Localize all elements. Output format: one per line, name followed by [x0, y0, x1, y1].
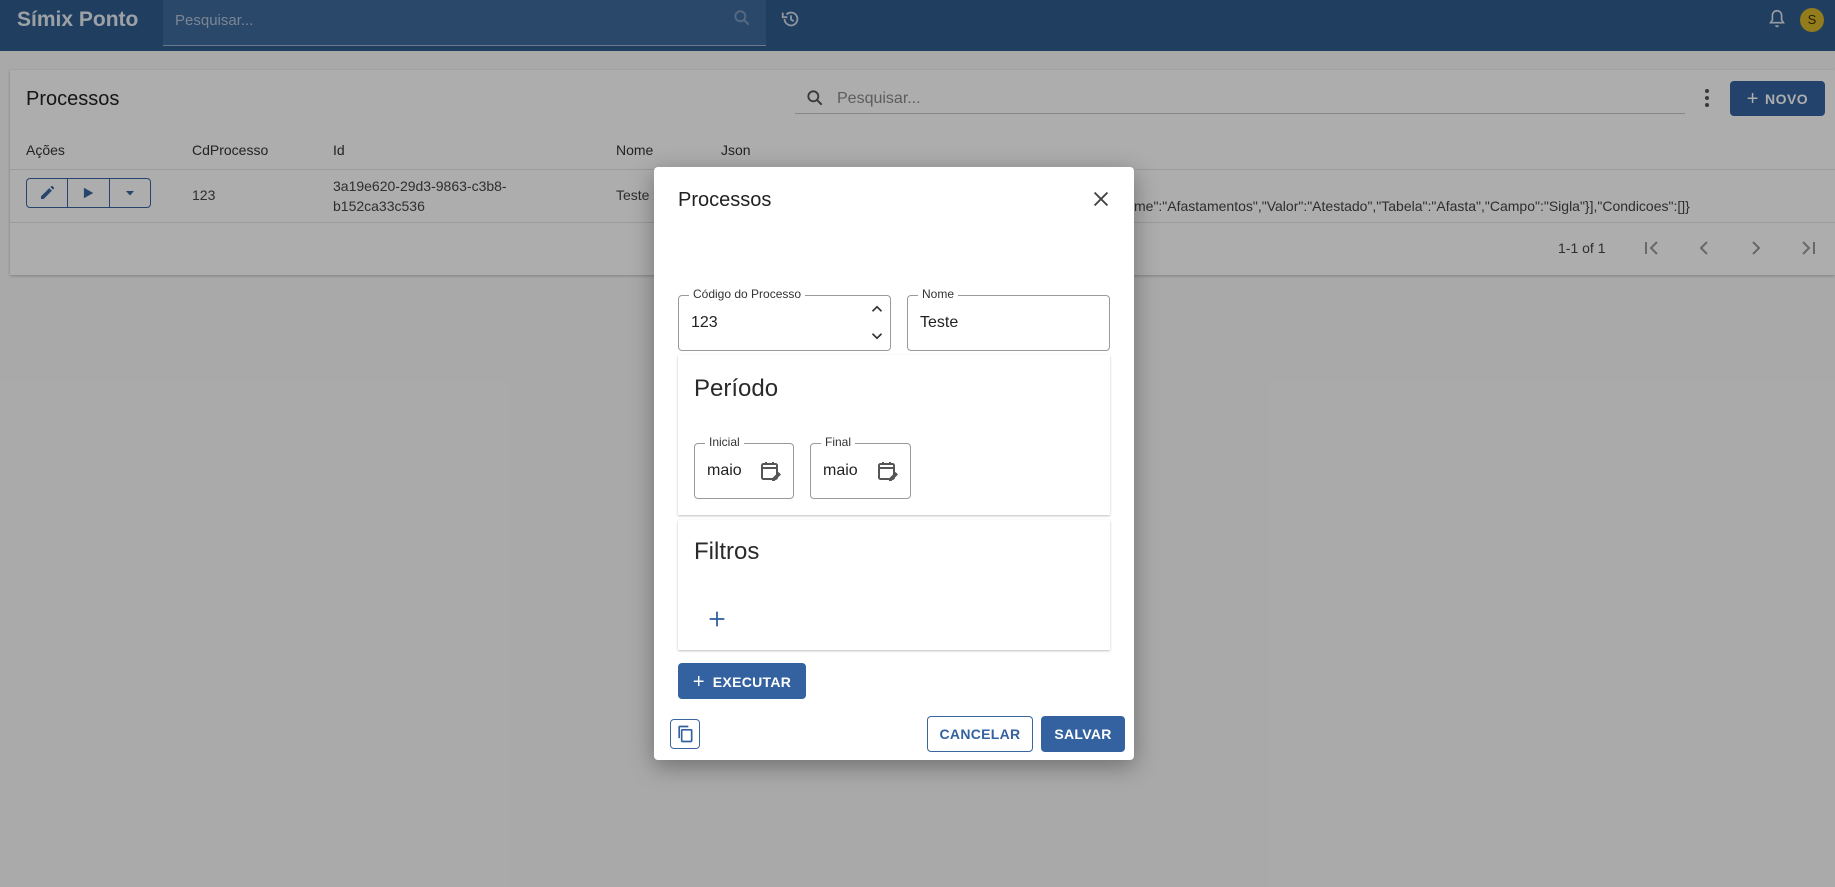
- nome-field[interactable]: Nome: [907, 287, 1110, 351]
- processos-dialog: Processos Código do Processo Nome Períod…: [654, 167, 1134, 760]
- final-input[interactable]: [823, 459, 871, 483]
- execute-button-label: EXECUTAR: [712, 673, 792, 690]
- periodo-section: Período Inicial Final: [678, 355, 1110, 515]
- codigo-processo-input[interactable]: [691, 311, 851, 335]
- calendar-edit-icon[interactable]: [759, 459, 783, 483]
- chevron-up-icon[interactable]: [868, 300, 886, 318]
- codigo-processo-label: Código do Processo: [689, 287, 806, 301]
- plus-icon: +: [692, 670, 705, 693]
- cancel-button[interactable]: CANCELAR: [927, 716, 1033, 752]
- chevron-down-icon[interactable]: [868, 327, 886, 345]
- nome-label: Nome: [918, 287, 959, 301]
- execute-button[interactable]: + EXECUTAR: [678, 663, 806, 699]
- codigo-processo-field[interactable]: Código do Processo: [678, 287, 891, 351]
- inicial-date-field[interactable]: Inicial: [694, 435, 794, 499]
- inicial-label: Inicial: [705, 435, 744, 449]
- close-icon[interactable]: [1090, 188, 1112, 210]
- periodo-title: Período: [694, 375, 779, 402]
- dialog-title: Processos: [678, 189, 772, 211]
- final-date-field[interactable]: Final: [810, 435, 911, 499]
- calendar-edit-icon[interactable]: [876, 459, 900, 483]
- copy-button[interactable]: [670, 719, 700, 749]
- filtros-title: Filtros: [694, 538, 760, 565]
- filtros-section: Filtros: [678, 520, 1110, 650]
- inicial-input[interactable]: [707, 459, 755, 483]
- add-filter-icon[interactable]: [706, 608, 728, 630]
- final-label: Final: [821, 435, 856, 449]
- save-button[interactable]: SALVAR: [1041, 716, 1125, 752]
- nome-input[interactable]: [920, 311, 1080, 335]
- copy-icon: [678, 725, 693, 743]
